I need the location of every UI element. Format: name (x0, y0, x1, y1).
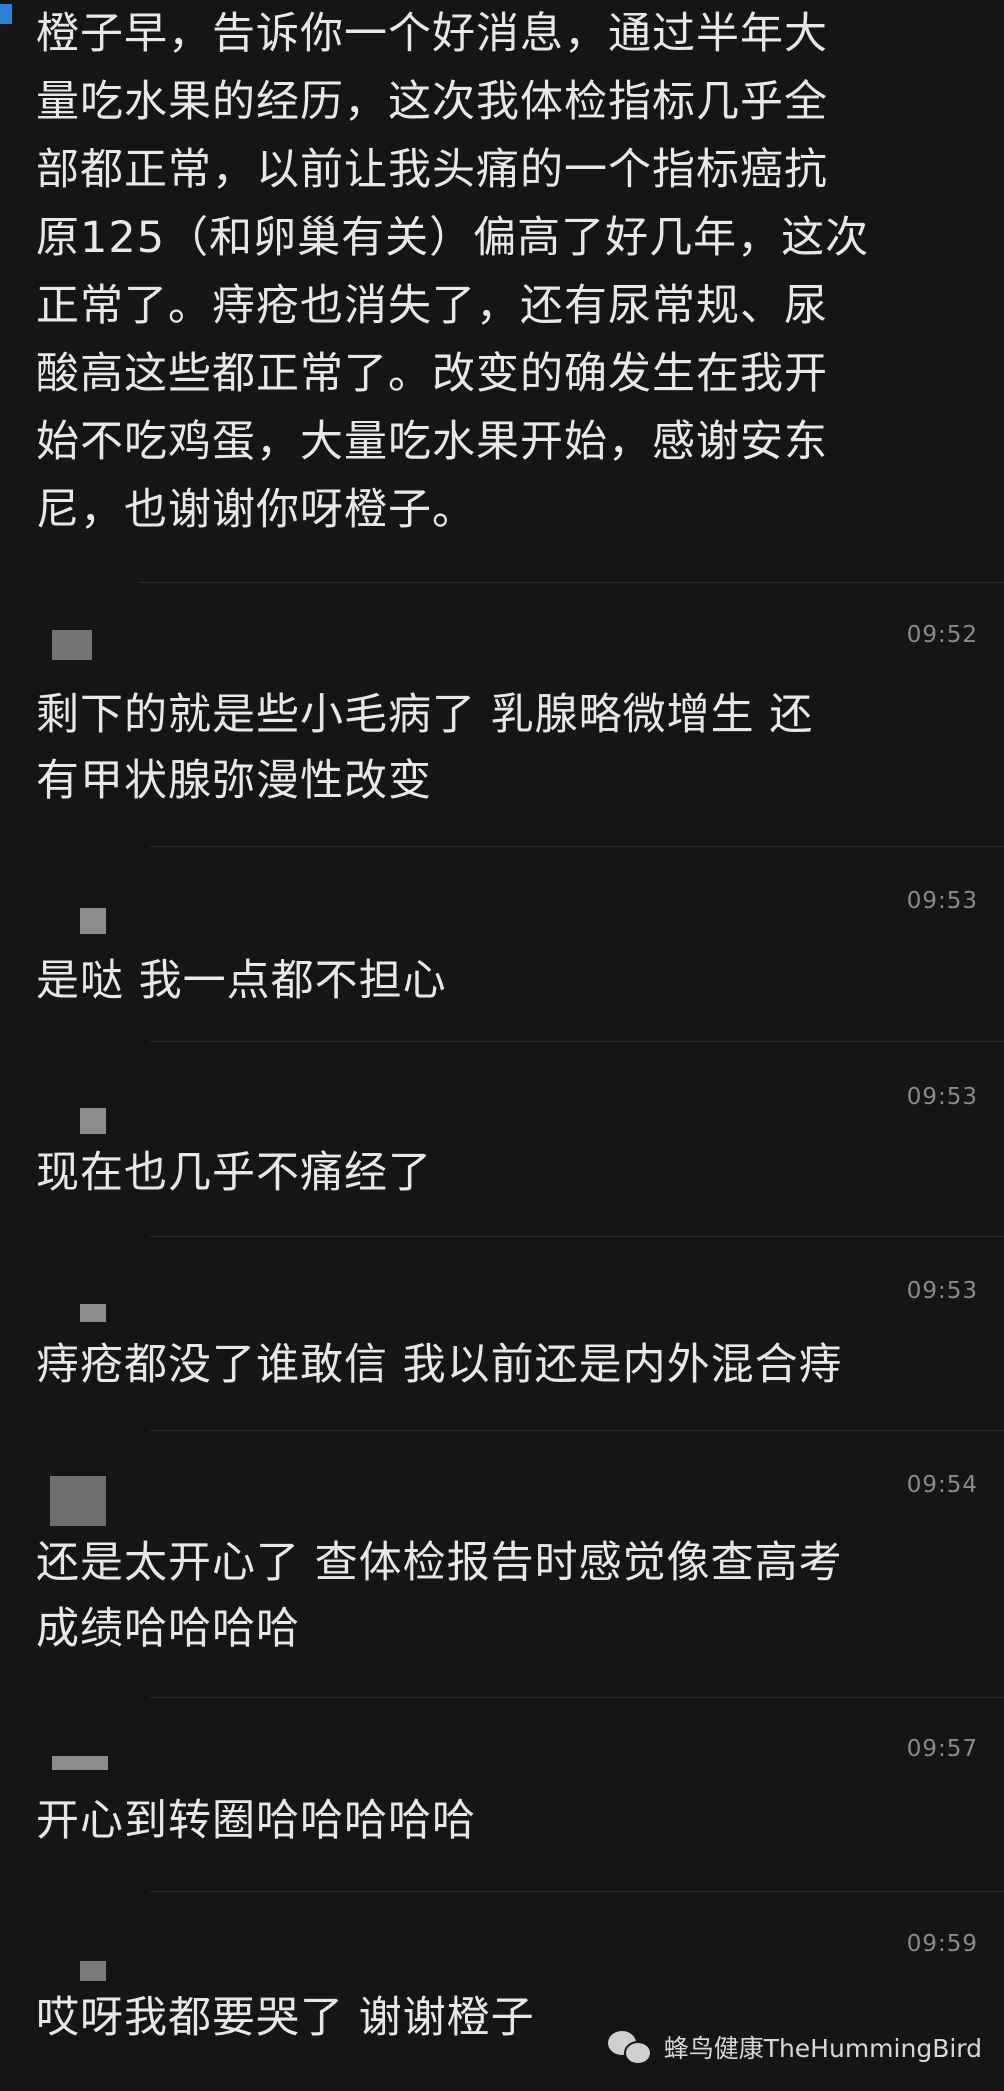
message-line: 有甲状腺弥漫性改变 (36, 756, 432, 806)
message-line: 还是太开心了 查体检报告时感觉像查高考 (36, 1538, 843, 1588)
chat-message[interactable]: 09:53 是哒 我一点都不担心 (36, 888, 986, 1008)
divider (150, 1430, 1004, 1431)
message-text: 还是太开心了 查体检报告时感觉像查高考 成绩哈哈哈哈 (36, 1530, 976, 1662)
message-line: 痔疮都没了谁敢信 我以前还是内外混合痔 (36, 1340, 843, 1390)
divider (150, 1041, 1004, 1042)
message-line: 量吃水果的经历，这次我体检指标几乎全 (36, 77, 828, 127)
message-text: 开心到转圈哈哈哈哈哈 (36, 1788, 976, 1854)
watermark-text: 蜂鸟健康TheHummingBird (663, 2034, 982, 2063)
message-line: 开心到转圈哈哈哈哈哈 (36, 1796, 476, 1846)
message-line: 正常了。痔疮也消失了，还有尿常规、尿 (36, 281, 828, 331)
avatar[interactable] (52, 1756, 108, 1770)
divider (150, 1236, 1004, 1237)
divider (150, 846, 1004, 847)
accent-bar (0, 4, 12, 24)
chat-message[interactable]: 09:53 痔疮都没了谁敢信 我以前还是内外混合痔 (36, 1278, 986, 1398)
message-text: 现在也几乎不痛经了 (36, 1140, 976, 1206)
message-line: 剩下的就是些小毛病了 乳腺略微增生 还 (36, 690, 814, 740)
message-time: 09:57 (906, 1736, 978, 1762)
message-line: 部都正常，以前让我头痛的一个指标癌抗 (36, 145, 828, 195)
message-line: 尼，也谢谢你呀橙子。 (36, 485, 476, 535)
message-line: 酸高这些都正常了。改变的确发生在我开 (36, 349, 828, 399)
message-time: 09:54 (906, 1472, 978, 1498)
message-first: 橙子早，告诉你一个好消息，通过半年大 量吃水果的经历，这次我体检指标几乎全 部都… (0, 0, 986, 544)
message-line: 橙子早，告诉你一个好消息，通过半年大 (36, 9, 828, 59)
avatar[interactable] (80, 908, 106, 934)
message-line: 原125（和卵巢有关）偏高了好几年，这次 (36, 213, 870, 263)
avatar[interactable] (80, 1304, 106, 1322)
divider (140, 582, 1004, 583)
divider (150, 1891, 1004, 1892)
message-time: 09:53 (906, 1278, 978, 1304)
chat-message[interactable]: 09:52 剩下的就是些小毛病了 乳腺略微增生 还 有甲状腺弥漫性改变 (36, 622, 986, 812)
avatar[interactable] (52, 630, 92, 660)
message-text: 痔疮都没了谁敢信 我以前还是内外混合痔 (36, 1332, 976, 1398)
message-line: 始不吃鸡蛋，大量吃水果开始，感谢安东 (36, 417, 828, 467)
avatar[interactable] (50, 1476, 106, 1526)
message-line: 成绩哈哈哈哈 (36, 1604, 300, 1654)
message-time: 09:53 (906, 1084, 978, 1110)
message-text: 是哒 我一点都不担心 (36, 948, 976, 1014)
avatar[interactable] (80, 1961, 106, 1981)
message-time: 09:52 (906, 622, 978, 648)
avatar[interactable] (80, 1108, 106, 1134)
message-line: 是哒 我一点都不担心 (36, 956, 447, 1006)
message-text: 剩下的就是些小毛病了 乳腺略微增生 还 有甲状腺弥漫性改变 (36, 682, 976, 814)
message-line: 现在也几乎不痛经了 (36, 1148, 432, 1198)
message-time: 09:53 (906, 888, 978, 914)
watermark: 蜂鸟健康TheHummingBird (607, 2029, 982, 2065)
message-time: 09:59 (906, 1931, 978, 1957)
chat-message[interactable]: 09:53 现在也几乎不痛经了 (36, 1084, 986, 1204)
wechat-icon (607, 2029, 652, 2065)
chat-message[interactable]: 09:57 开心到转圈哈哈哈哈哈 (36, 1736, 986, 1856)
divider (150, 1697, 1004, 1698)
chat-message[interactable]: 09:54 还是太开心了 查体检报告时感觉像查高考 成绩哈哈哈哈 (36, 1472, 986, 1662)
